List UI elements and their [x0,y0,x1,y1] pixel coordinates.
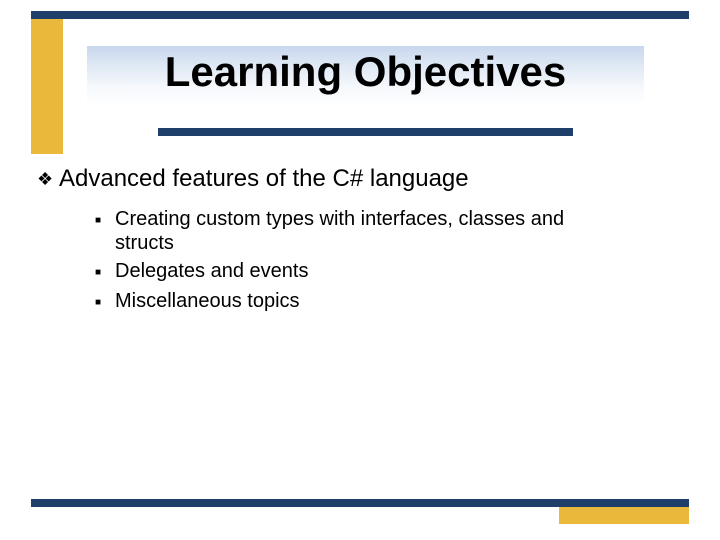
bullet-level2: ■ Creating custom types with interfaces,… [95,207,677,255]
bullet-level2: ■ Miscellaneous topics [95,289,677,315]
bullet-level1: ❖ Advanced features of the C# language [37,165,677,193]
square-bullet-icon: ■ [95,259,115,285]
sublist: ■ Creating custom types with interfaces,… [95,207,677,315]
slide-title: Learning Objectives [87,48,644,96]
slide: Learning Objectives ❖ Advanced features … [0,0,720,540]
top-rule-bar [31,11,689,19]
square-bullet-icon: ■ [95,289,115,315]
diamond-bullet-icon: ❖ [37,165,59,193]
top-gold-accent [31,19,63,154]
level2-text: Delegates and events [115,259,308,283]
level2-text: Creating custom types with interfaces, c… [115,207,615,255]
square-bullet-icon: ■ [95,207,115,233]
level1-text: Advanced features of the C# language [59,165,469,193]
bottom-rule-bar [31,499,689,507]
level2-text: Miscellaneous topics [115,289,300,313]
bullet-level2: ■ Delegates and events [95,259,677,285]
body-content: ❖ Advanced features of the C# language ■… [37,165,677,319]
title-underline-bar [158,128,573,136]
bottom-gold-accent [559,507,689,524]
